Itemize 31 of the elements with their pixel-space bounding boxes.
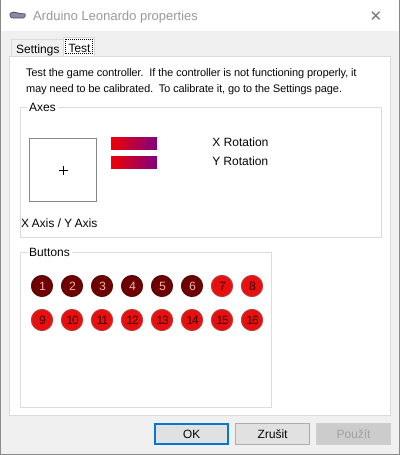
button-indicator: 1 [31, 275, 53, 297]
button-indicator: 5 [151, 275, 173, 297]
button-indicator: 8 [241, 275, 263, 297]
instructions-text: Test the game controller. If the controller is not functioning properly, it may need to be calibrated. To calibrate it, go to the Settings page. [26, 66, 358, 97]
rotation-label: Y Rotation [212, 154, 268, 168]
window-title: Arduino Leonardo properties [33, 8, 199, 23]
button-indicator: 15 [211, 309, 233, 331]
crosshair-icon [58, 166, 68, 174]
button-indicator: 6 [181, 275, 203, 297]
dialog-button[interactable]: Zrušit [235, 423, 310, 445]
rotation-label: X Rotation [212, 135, 268, 149]
axis-label: X Axis / Y Axis [21, 216, 98, 230]
rotation-bar [111, 137, 158, 150]
button-indicator: 10 [61, 309, 83, 331]
dialog-button[interactable]: OK [154, 423, 229, 445]
button-indicator: 13 [151, 309, 173, 331]
button-indicator: 11 [91, 309, 113, 331]
button-indicator: 7 [211, 275, 233, 297]
button-indicator: 12 [121, 309, 143, 331]
button-indicator: 14 [181, 309, 203, 331]
button-indicator: 9 [31, 309, 53, 331]
rotation-bar [111, 156, 158, 169]
button-indicator: 2 [61, 275, 83, 297]
button-indicator: 4 [121, 275, 143, 297]
button-indicator: 16 [241, 309, 263, 331]
tab[interactable]: Settings [11, 39, 64, 56]
tab[interactable]: Test [63, 37, 96, 56]
group-title: Buttons [27, 245, 72, 259]
group-title: Axes [27, 100, 58, 114]
button-indicator: 3 [91, 275, 113, 297]
joystick-icon [9, 10, 27, 22]
